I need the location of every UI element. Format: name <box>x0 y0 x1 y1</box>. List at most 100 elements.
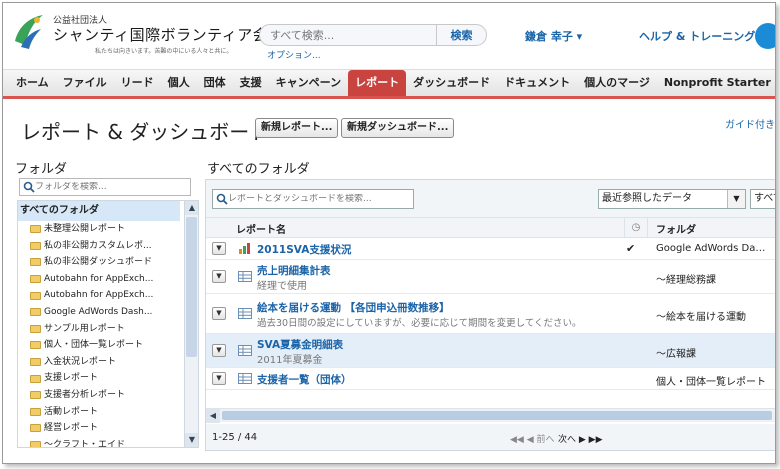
report-list: 最近参照したデータ ▼ すべて レポート名 ◷ フォルダ ▼ 2011SVA支援… <box>205 179 775 451</box>
column-folder[interactable]: フォルダ <box>656 221 696 236</box>
row-menu-icon[interactable]: ▼ <box>212 242 226 255</box>
scroll-left-icon[interactable]: ◀ <box>206 409 220 423</box>
tab-leads[interactable]: リード <box>114 70 161 96</box>
row-menu-icon[interactable]: ▼ <box>212 270 226 283</box>
list-horizontal-scrollbar[interactable]: ◀ <box>206 408 775 423</box>
folder-item[interactable]: Autobahn for AppExch... <box>18 287 184 304</box>
folder-item[interactable]: ～クラフト・エイド <box>18 437 184 448</box>
tabular-report-icon <box>238 373 252 384</box>
tab-dashboards[interactable]: ダッシュボード <box>406 70 497 96</box>
table-row[interactable]: ▼ 絵本を届ける運動 【各団申込冊数推移】 過去30日間の設定にしていますが、必… <box>206 294 775 334</box>
folder-item-label: 経営レポート <box>44 423 99 434</box>
help-training-link[interactable]: ヘルプ & トレーニング <box>639 28 755 44</box>
folder-search <box>19 178 191 196</box>
folder-item[interactable]: 入金状況レポート <box>18 354 184 371</box>
folder-item[interactable]: Autobahn for AppExch... <box>18 271 184 288</box>
org-tagline: 私たちは向きいます。苦難の中にいる人々と共に。 <box>95 48 233 55</box>
tab-reports[interactable]: レポート <box>348 70 407 96</box>
folder-item-label: 支援レポート <box>44 373 99 384</box>
tab-nonprofit-starter-pack[interactable]: Nonprofit Starter Pack <box>657 70 775 96</box>
folder-item[interactable]: 支援者分析レポート <box>18 387 184 404</box>
folder-item[interactable]: 経営レポート <box>18 420 184 437</box>
view-filter-value: 最近参照したデータ <box>602 193 692 204</box>
previous-page-link[interactable]: ◀◀ ◀ 前へ <box>510 432 555 445</box>
folder-item[interactable]: 支援レポート <box>18 370 184 387</box>
schedule-column-icon[interactable]: ◷ <box>624 218 648 238</box>
folder-item-label: 私の非公開ダッシュボード <box>44 257 153 268</box>
folder-item-label: サンプル用レポート <box>44 323 125 334</box>
folder-item[interactable]: 私の非公開ダッシュボード <box>18 254 184 271</box>
page-title: レポート & ダッシュボード <box>21 120 270 144</box>
folder-search-input[interactable] <box>35 182 185 192</box>
scroll-up-icon[interactable]: ▲ <box>185 201 198 215</box>
report-name-link[interactable]: 支援者一覧（団体） <box>257 372 352 387</box>
tab-files[interactable]: ファイル <box>56 70 114 96</box>
header: 公益社団法人 シャンティ国際ボランティア会 私たちは向きいます。苦難の中にいる人… <box>3 3 775 67</box>
list-column-header: レポート名 ◷ フォルダ <box>206 218 775 238</box>
org-name[interactable]: シャンティ国際ボランティア会 <box>53 24 268 45</box>
next-page-link[interactable]: 次へ ▶ ▶▶ <box>558 432 603 445</box>
folder-item[interactable]: 私の非公開カスタムレポ... <box>18 238 184 255</box>
tab-home[interactable]: ホーム <box>9 70 56 96</box>
scroll-down-icon[interactable]: ▼ <box>185 433 198 447</box>
new-report-button[interactable]: 新規レポート... <box>255 118 339 138</box>
column-report-name[interactable]: レポート名 <box>236 221 286 236</box>
folder-scrollbar[interactable]: ▲ ▼ <box>184 201 198 447</box>
tab-contact-merge[interactable]: 個人のマージ <box>577 70 657 96</box>
app-window: 公益社団法人 シャンティ国際ボランティア会 私たちは向きいます。苦難の中にいる人… <box>2 2 776 464</box>
report-search-input[interactable] <box>228 194 408 204</box>
folder-item[interactable]: Google AdWords Dash... <box>18 304 184 321</box>
folder-item[interactable]: 個人・団体一覧レポート <box>18 337 184 354</box>
folder-item[interactable]: 活動レポート <box>18 404 184 421</box>
table-row[interactable]: ▼ 2011SVA支援状況 ✔ Google AdWords Da… <box>206 238 775 260</box>
tab-donations[interactable]: 支援 <box>233 70 269 96</box>
folder-scroll-thumb[interactable] <box>186 217 197 357</box>
global-search-input[interactable] <box>260 25 436 45</box>
user-menu[interactable]: 鎌倉 幸子 ▾ <box>525 28 582 44</box>
report-folder: 個人・団体一覧レポート <box>656 377 766 388</box>
folder-icon <box>30 241 41 250</box>
report-folder: Google AdWords Da… <box>656 243 766 254</box>
folder-item[interactable]: サンプル用レポート <box>18 321 184 338</box>
report-name-link[interactable]: SVA夏募金明細表 <box>257 337 343 352</box>
chevron-down-icon[interactable]: ▼ <box>727 190 745 208</box>
search-options-link[interactable]: オプション... <box>267 48 321 61</box>
view-filter-select[interactable]: 最近参照したデータ ▼ <box>598 189 746 209</box>
search-button[interactable]: 検索 <box>436 25 486 45</box>
report-name-link[interactable]: 2011SVA支援状況 <box>257 242 351 257</box>
folder-tree: すべてのフォルダ 未整理公開レポート 私の非公開カスタムレポ... 私の非公開ダ… <box>17 200 199 448</box>
list-heading: すべてのフォルダ <box>207 162 310 177</box>
tab-contacts[interactable]: 個人 <box>161 70 197 96</box>
folder-all[interactable]: すべてのフォルダ <box>18 201 180 221</box>
folder-icon <box>30 308 41 317</box>
report-folder: ～広報課 <box>656 349 696 360</box>
row-menu-icon[interactable]: ▼ <box>212 344 226 357</box>
report-description: 過去30日間の設定にしていますが、必要に応じて期間を変更してください。 <box>257 318 582 329</box>
folder-icon <box>30 324 41 333</box>
tab-campaigns[interactable]: キャンペーン <box>269 70 348 96</box>
folder-item-label: 私の非公開カスタムレポ... <box>44 240 152 251</box>
tab-accounts[interactable]: 団体 <box>197 70 233 96</box>
organization-logo-icon[interactable] <box>11 11 47 51</box>
report-name-link[interactable]: 売上明細集計表 <box>257 263 331 278</box>
help-icon[interactable] <box>755 23 775 49</box>
folder-item[interactable]: 未整理公開レポート <box>18 221 184 238</box>
folder-icon <box>30 291 41 300</box>
row-menu-icon[interactable]: ▼ <box>212 307 226 320</box>
report-name-link[interactable]: 絵本を届ける運動 【各団申込冊数推移】 <box>257 300 450 315</box>
table-row[interactable]: ▼ 支援者一覧（団体） 個人・団体一覧レポート <box>206 368 775 390</box>
list-scroll-thumb[interactable] <box>222 411 772 420</box>
tabular-report-icon <box>238 345 252 356</box>
folder-panel-heading: フォルダ <box>15 162 68 177</box>
chart-report-icon <box>239 243 250 254</box>
table-row[interactable]: ▼ 売上明細集計表 経理で使用 ～経理総務課 <box>206 260 775 294</box>
table-row[interactable]: ▼ SVA夏募金明細表 2011年夏募金 ～広報課 <box>206 334 775 368</box>
folder-item-label: ～クラフト・エイド <box>44 439 126 448</box>
new-dashboard-button[interactable]: 新規ダッシュボード... <box>341 118 455 138</box>
tab-documents[interactable]: ドキュメント <box>497 70 577 96</box>
page-range: 1-25 / 44 <box>212 432 258 443</box>
global-search: 検索 <box>259 24 487 46</box>
type-filter-select[interactable]: すべて <box>750 189 775 209</box>
guided-tour-link[interactable]: ガイド付きツアー <box>725 116 775 131</box>
row-menu-icon[interactable]: ▼ <box>212 372 226 385</box>
